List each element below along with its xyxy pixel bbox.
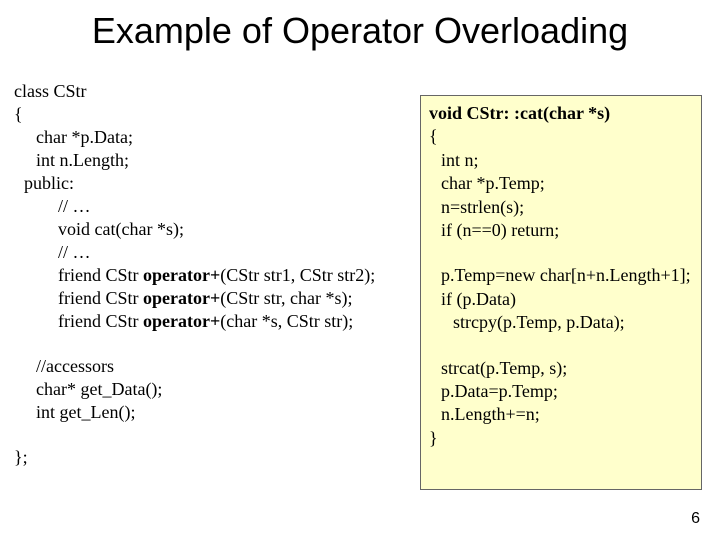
- code-line: p.Data=p.Temp;: [429, 380, 693, 403]
- code-line: strcat(p.Temp, s);: [429, 357, 693, 380]
- code-line: char *p.Temp;: [429, 172, 693, 195]
- slide-title: Example of Operator Overloading: [0, 10, 720, 52]
- code-line: int get_Len();: [14, 401, 414, 424]
- code-line: n.Length+=n;: [429, 403, 693, 426]
- code-line: if (p.Data): [429, 288, 693, 311]
- code-line: // …: [14, 195, 414, 218]
- code-line: int n.Length;: [14, 149, 414, 172]
- blank-line: [429, 335, 693, 357]
- code-line: void cat(char *s);: [14, 218, 414, 241]
- code-line: int n;: [429, 149, 693, 172]
- code-line: }: [429, 427, 693, 450]
- code-line: };: [14, 446, 414, 469]
- blank-line: [429, 242, 693, 264]
- left-code-block: class CStr { char *p.Data; int n.Length;…: [14, 80, 414, 469]
- blank-line: [14, 424, 414, 446]
- code-line: friend CStr operator+(CStr str, char *s)…: [14, 287, 414, 310]
- slide: Example of Operator Overloading class CS…: [0, 0, 720, 540]
- code-line: {: [14, 103, 414, 126]
- code-line: class CStr: [14, 80, 414, 103]
- code-line: //accessors: [14, 355, 414, 378]
- code-line: if (n==0) return;: [429, 219, 693, 242]
- code-line: // …: [14, 241, 414, 264]
- code-line: char* get_Data();: [14, 378, 414, 401]
- code-line: {: [429, 125, 693, 148]
- blank-line: [14, 333, 414, 355]
- code-line: friend CStr operator+(char *s, CStr str)…: [14, 310, 414, 333]
- code-line: p.Temp=new char[n+n.Length+1];: [429, 264, 693, 287]
- right-code-block: void CStr: :cat(char *s) { int n; char *…: [420, 95, 702, 490]
- code-line: n=strlen(s);: [429, 196, 693, 219]
- code-line: void CStr: :cat(char *s): [429, 102, 693, 125]
- code-line: public:: [14, 172, 414, 195]
- page-number: 6: [691, 510, 700, 528]
- code-line: char *p.Data;: [14, 126, 414, 149]
- code-line: strcpy(p.Temp, p.Data);: [429, 311, 693, 334]
- code-line: friend CStr operator+(CStr str1, CStr st…: [14, 264, 414, 287]
